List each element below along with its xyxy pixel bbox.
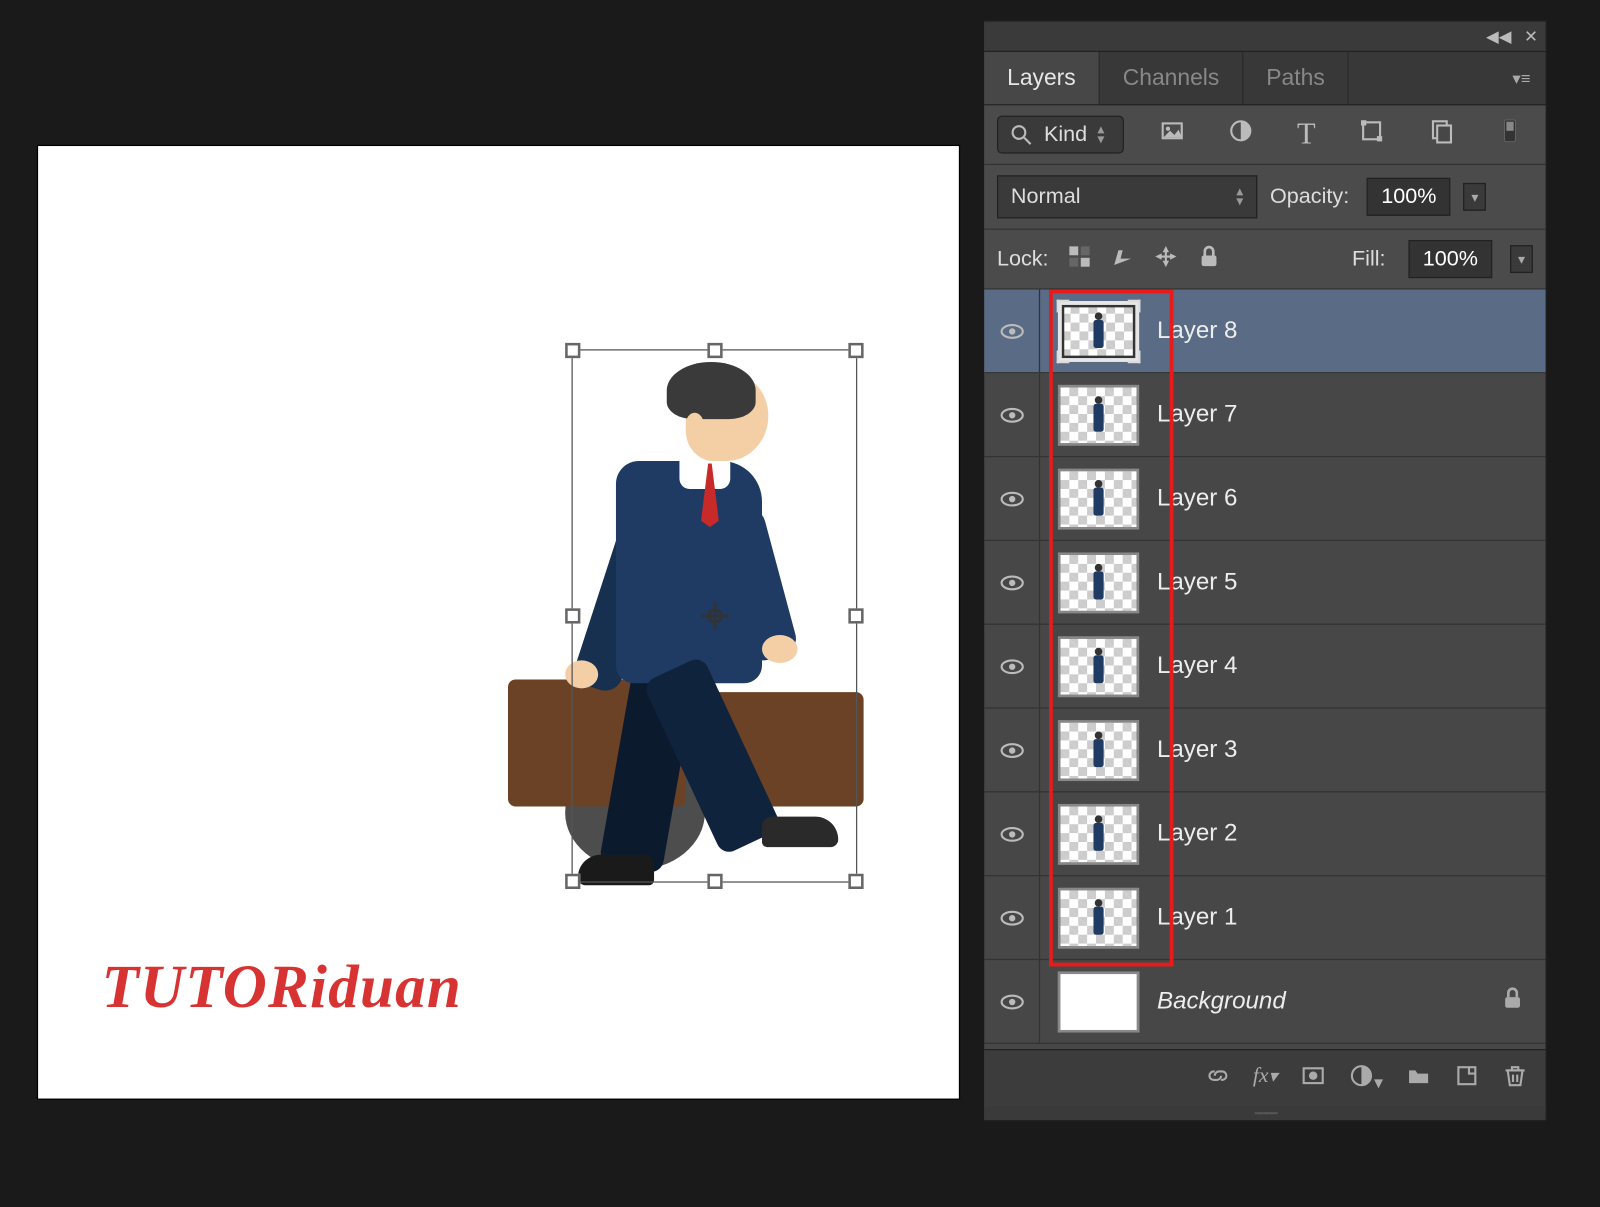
visibility-toggle[interactable] bbox=[984, 960, 1040, 1043]
layer-row[interactable]: Layer 7 bbox=[984, 373, 1545, 457]
visibility-toggle[interactable] bbox=[984, 876, 1040, 959]
transform-handle[interactable] bbox=[848, 343, 863, 358]
layer-thumbnail[interactable] bbox=[1058, 468, 1139, 529]
transform-handle[interactable] bbox=[848, 608, 863, 623]
filter-toggle-switch[interactable] bbox=[1497, 118, 1522, 151]
layer-row[interactable]: Layer 1 bbox=[984, 876, 1545, 960]
filter-kind-dropdown[interactable]: Kind ▴▾ bbox=[997, 116, 1123, 154]
layer-row[interactable]: Background bbox=[984, 960, 1545, 1044]
transform-handle[interactable] bbox=[707, 343, 722, 358]
layer-name-label[interactable]: Layer 2 bbox=[1157, 820, 1535, 848]
link-layers-icon[interactable] bbox=[1205, 1063, 1230, 1095]
fill-input[interactable]: 100% bbox=[1408, 240, 1492, 278]
panel-titlebar: ◀◀ ✕ bbox=[984, 22, 1545, 52]
collapse-icon[interactable]: ◀◀ bbox=[1486, 26, 1511, 46]
layer-name-label[interactable]: Background bbox=[1157, 987, 1500, 1015]
tab-paths[interactable]: Paths bbox=[1243, 52, 1348, 104]
layer-thumbnail[interactable] bbox=[1058, 552, 1139, 613]
filter-smartobject-icon[interactable] bbox=[1428, 118, 1453, 151]
layer-name-label[interactable]: Layer 5 bbox=[1157, 568, 1535, 596]
fill-label: Fill: bbox=[1352, 246, 1386, 271]
layer-name-label[interactable]: Layer 7 bbox=[1157, 401, 1535, 429]
lock-icon bbox=[1500, 986, 1525, 1018]
layer-list: Layer 8 Layer 7 Layer 6 Layer 5 Laye bbox=[984, 290, 1545, 1049]
opacity-label: Opacity: bbox=[1270, 184, 1349, 209]
search-icon bbox=[1008, 122, 1033, 147]
opacity-input[interactable]: 100% bbox=[1367, 178, 1451, 216]
layer-name-label[interactable]: Layer 6 bbox=[1157, 485, 1535, 513]
filter-adjustment-icon[interactable] bbox=[1228, 118, 1253, 151]
layer-row[interactable]: Layer 8 bbox=[984, 290, 1545, 374]
layer-row[interactable]: Layer 5 bbox=[984, 541, 1545, 625]
layer-row[interactable]: Layer 2 bbox=[984, 792, 1545, 876]
tab-channels[interactable]: Channels bbox=[1100, 52, 1244, 104]
visibility-toggle[interactable] bbox=[984, 290, 1040, 373]
transform-bounding-box[interactable] bbox=[572, 349, 858, 882]
lock-transparency-icon[interactable] bbox=[1066, 243, 1091, 275]
layer-thumbnail[interactable] bbox=[1058, 300, 1139, 361]
layer-row[interactable]: Layer 3 bbox=[984, 709, 1545, 793]
layer-thumbnail[interactable] bbox=[1058, 887, 1139, 948]
panel-resize-grip[interactable] bbox=[984, 1107, 1545, 1120]
blend-mode-dropdown[interactable]: Normal ▴▾ bbox=[997, 175, 1257, 218]
transform-center-point[interactable] bbox=[700, 602, 728, 630]
app-root: TUTORiduan ◀◀ ✕ Layers Channels Paths ▾≡… bbox=[0, 0, 1600, 1207]
transform-handle[interactable] bbox=[565, 608, 580, 623]
layer-name-label[interactable]: Layer 4 bbox=[1157, 652, 1535, 680]
transform-handle[interactable] bbox=[707, 874, 722, 889]
layer-filter-row: Kind ▴▾ T bbox=[984, 105, 1545, 165]
layer-name-label[interactable]: Layer 3 bbox=[1157, 736, 1535, 764]
layer-thumbnail[interactable] bbox=[1058, 636, 1139, 697]
filter-pixel-icon[interactable] bbox=[1159, 118, 1184, 151]
blend-mode-value: Normal bbox=[1011, 184, 1081, 209]
adjustment-layer-icon[interactable]: ▾ bbox=[1349, 1063, 1383, 1095]
lock-label: Lock: bbox=[997, 246, 1049, 271]
new-layer-icon[interactable] bbox=[1454, 1063, 1479, 1095]
close-panel-icon[interactable]: ✕ bbox=[1524, 26, 1538, 46]
chevron-icon: ▴▾ bbox=[1236, 187, 1243, 207]
new-group-icon[interactable] bbox=[1406, 1063, 1431, 1095]
layer-thumbnail[interactable] bbox=[1058, 384, 1139, 445]
layers-panel: ◀◀ ✕ Layers Channels Paths ▾≡ Kind ▴▾ T bbox=[983, 20, 1547, 1121]
lock-pixels-icon[interactable] bbox=[1110, 243, 1135, 275]
blend-mode-row: Normal ▴▾ Opacity: 100% ▾ bbox=[984, 165, 1545, 230]
layer-thumbnail[interactable] bbox=[1058, 803, 1139, 864]
chevron-icon: ▴▾ bbox=[1097, 124, 1104, 144]
transform-handle[interactable] bbox=[848, 874, 863, 889]
layer-row[interactable]: Layer 4 bbox=[984, 625, 1545, 709]
delete-layer-icon[interactable] bbox=[1502, 1063, 1527, 1095]
panel-footer: fx▾ ▾ bbox=[984, 1049, 1545, 1107]
panel-tabs: Layers Channels Paths ▾≡ bbox=[984, 52, 1545, 105]
transform-handle[interactable] bbox=[565, 874, 580, 889]
opacity-dropdown-arrow[interactable]: ▾ bbox=[1463, 183, 1486, 211]
canvas[interactable]: TUTORiduan bbox=[38, 146, 959, 1098]
layer-row[interactable]: Layer 6 bbox=[984, 457, 1545, 541]
layer-name-label[interactable]: Layer 1 bbox=[1157, 904, 1535, 932]
layer-fx-icon[interactable]: fx▾ bbox=[1253, 1063, 1278, 1095]
lock-row: Lock: Fill: 100% ▾ bbox=[984, 230, 1545, 290]
fill-dropdown-arrow[interactable]: ▾ bbox=[1510, 245, 1533, 273]
watermark-text: TUTORiduan bbox=[102, 953, 462, 1023]
panel-menu-icon[interactable]: ▾≡ bbox=[1497, 58, 1545, 99]
tab-layers[interactable]: Layers bbox=[984, 52, 1100, 104]
lock-position-icon[interactable] bbox=[1153, 243, 1178, 275]
visibility-toggle[interactable] bbox=[984, 625, 1040, 708]
filter-kind-label: Kind bbox=[1044, 122, 1087, 147]
filter-shape-icon[interactable] bbox=[1359, 118, 1384, 151]
layer-thumbnail[interactable] bbox=[1058, 719, 1139, 780]
layer-name-label[interactable]: Layer 8 bbox=[1157, 317, 1535, 345]
visibility-toggle[interactable] bbox=[984, 792, 1040, 875]
visibility-toggle[interactable] bbox=[984, 709, 1040, 792]
layer-mask-icon[interactable] bbox=[1300, 1063, 1325, 1095]
visibility-toggle[interactable] bbox=[984, 541, 1040, 624]
lock-all-icon[interactable] bbox=[1196, 243, 1221, 275]
transform-handle[interactable] bbox=[565, 343, 580, 358]
visibility-toggle[interactable] bbox=[984, 373, 1040, 456]
visibility-toggle[interactable] bbox=[984, 457, 1040, 540]
layer-thumbnail[interactable] bbox=[1058, 971, 1139, 1032]
filter-type-icon[interactable]: T bbox=[1297, 117, 1316, 151]
